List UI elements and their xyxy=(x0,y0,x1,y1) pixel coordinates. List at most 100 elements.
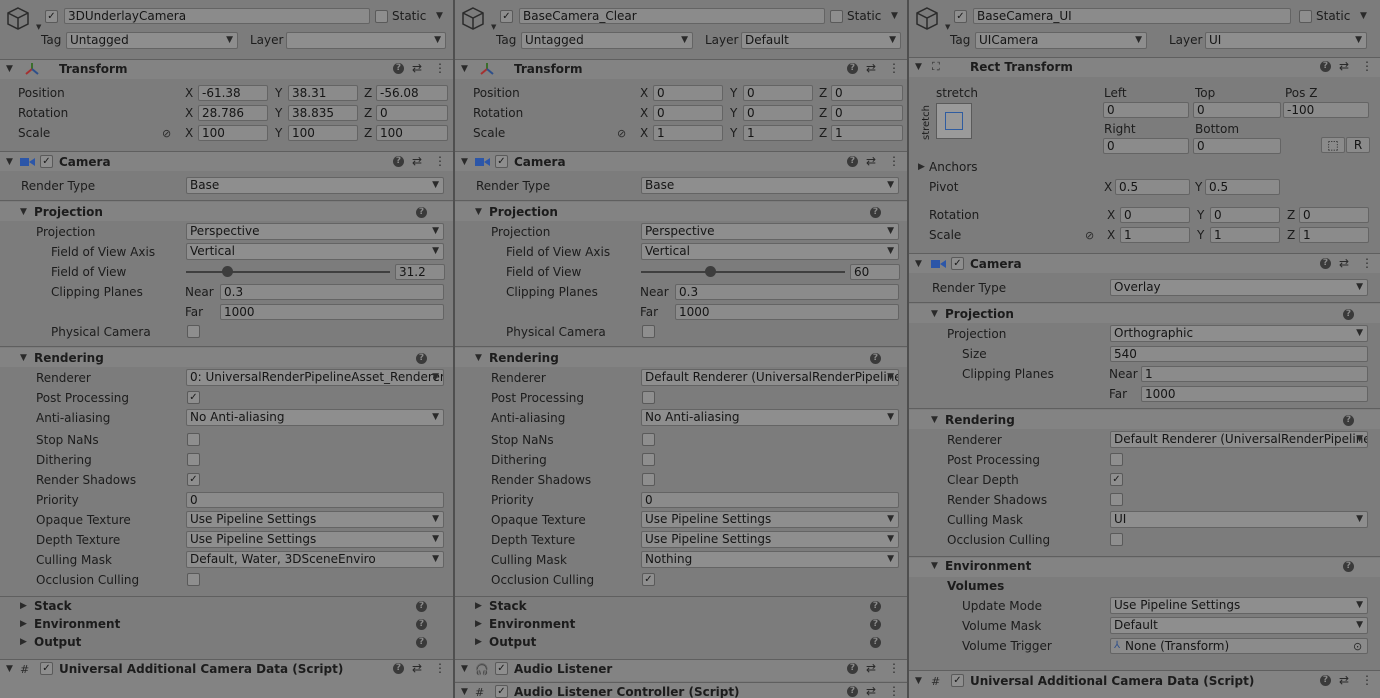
collapsed-triangle-icon[interactable]: ▶ xyxy=(475,617,482,632)
collapsed-section-title[interactable]: Stack xyxy=(489,599,527,614)
anchor-presets-button[interactable] xyxy=(936,103,972,139)
expanded-triangle-icon[interactable]: ▼ xyxy=(461,155,468,170)
expanded-triangle-icon[interactable]: ▼ xyxy=(461,662,468,677)
static-checkbox[interactable] xyxy=(1299,10,1312,23)
help-icon[interactable]: ? xyxy=(393,156,404,167)
preset-icon[interactable]: ⇄ xyxy=(866,684,876,698)
fov-axis-dropdown[interactable]: Vertical ▼ xyxy=(641,243,899,260)
active-checkbox[interactable]: ✓ xyxy=(45,10,58,23)
update-mode-dropdown[interactable]: Use Pipeline Settings ▼ xyxy=(1110,597,1368,614)
render-type-dropdown[interactable]: Base ▼ xyxy=(186,177,444,194)
x-field[interactable]: 1 xyxy=(653,125,723,141)
rendering-dropdown[interactable]: 0: UniversalRenderPipelineAsset_Renderer… xyxy=(186,369,444,386)
far-field[interactable]: 1000 xyxy=(1141,386,1368,402)
help-icon[interactable]: ? xyxy=(416,353,427,364)
preset-icon[interactable]: ⇄ xyxy=(412,661,422,676)
z-field[interactable]: 0 xyxy=(831,85,903,101)
context-menu-icon[interactable]: ⋮ xyxy=(434,61,446,76)
expanded-triangle-icon[interactable]: ▼ xyxy=(931,559,938,574)
constrain-proportions-icon[interactable]: ⊘ xyxy=(1085,228,1094,243)
volume-trigger-field[interactable]: ⅄ None (Transform) xyxy=(1110,638,1368,654)
help-icon[interactable]: ? xyxy=(416,637,427,648)
preset-icon[interactable]: ⇄ xyxy=(866,61,876,76)
x-field[interactable]: 28.786 xyxy=(198,105,268,121)
layer-dropdown[interactable]: UI ▼ xyxy=(1205,32,1367,49)
fov-field[interactable]: 60 xyxy=(850,264,900,280)
z-field[interactable]: 0 xyxy=(1299,207,1369,223)
context-menu-icon[interactable]: ⋮ xyxy=(1361,59,1373,74)
rendering-checkbox[interactable] xyxy=(1110,493,1123,506)
help-icon[interactable]: ? xyxy=(847,63,858,74)
help-icon[interactable]: ? xyxy=(870,207,881,218)
collapsed-triangle-icon[interactable]: ▶ xyxy=(20,635,27,650)
rendering-dropdown[interactable]: Use Pipeline Settings ▼ xyxy=(641,531,899,548)
rendering-dropdown[interactable]: Default, Water, 3DSceneEnviro ▼ xyxy=(186,551,444,568)
rendering-checkbox[interactable]: ✓ xyxy=(187,391,200,404)
y-field[interactable]: 0 xyxy=(743,105,813,121)
far-field[interactable]: 1000 xyxy=(220,304,444,320)
camera-enabled-checkbox[interactable]: ✓ xyxy=(40,155,53,168)
collapsed-section-title[interactable]: Stack xyxy=(34,599,72,614)
y-field[interactable]: 100 xyxy=(288,125,358,141)
collapsed-triangle-icon[interactable]: ▶ xyxy=(918,160,925,175)
rendering-dropdown[interactable]: Nothing ▼ xyxy=(641,551,899,568)
y-field[interactable]: 38.31 xyxy=(288,85,358,101)
far-field[interactable]: 1000 xyxy=(675,304,899,320)
rendering-checkbox[interactable] xyxy=(642,433,655,446)
x-field[interactable]: 1 xyxy=(1120,227,1190,243)
help-icon[interactable]: ? xyxy=(1320,61,1331,72)
collapsed-triangle-icon[interactable]: ▶ xyxy=(475,635,482,650)
physical-camera-checkbox[interactable] xyxy=(642,325,655,338)
preset-icon[interactable]: ⇄ xyxy=(1339,59,1349,74)
help-icon[interactable]: ? xyxy=(393,63,404,74)
collapsed-section-title[interactable]: Environment xyxy=(489,617,575,632)
collapsed-triangle-icon[interactable]: ▶ xyxy=(20,599,27,614)
expanded-triangle-icon[interactable]: ▼ xyxy=(461,685,468,698)
static-checkbox[interactable] xyxy=(375,10,388,23)
rendering-checkbox[interactable] xyxy=(642,453,655,466)
rendering-dropdown[interactable]: No Anti-aliasing ▼ xyxy=(186,409,444,426)
rendering-dropdown[interactable]: UI ▼ xyxy=(1110,511,1368,528)
rendering-checkbox[interactable]: ✓ xyxy=(1110,473,1123,486)
object-name-field[interactable]: BaseCamera_UI xyxy=(973,8,1291,24)
expanded-triangle-icon[interactable]: ▼ xyxy=(20,205,27,220)
context-menu-icon[interactable]: ⋮ xyxy=(1361,256,1373,271)
rendering-field[interactable]: 0 xyxy=(186,492,444,508)
rendering-checkbox[interactable] xyxy=(187,433,200,446)
raw-edit-button[interactable]: R xyxy=(1346,137,1370,153)
expanded-triangle-icon[interactable]: ▼ xyxy=(6,155,13,170)
posz-field[interactable]: -100 xyxy=(1283,102,1369,118)
collapsed-section-title[interactable]: Environment xyxy=(34,617,120,632)
object-name-field[interactable]: 3DUnderlayCamera xyxy=(64,8,370,24)
projection-dropdown[interactable]: Perspective ▼ xyxy=(641,223,899,240)
help-icon[interactable]: ? xyxy=(847,156,858,167)
help-icon[interactable]: ? xyxy=(416,619,427,630)
active-checkbox[interactable]: ✓ xyxy=(954,10,967,23)
rendering-dropdown[interactable]: Use Pipeline Settings ▼ xyxy=(186,511,444,528)
help-icon[interactable]: ? xyxy=(870,601,881,612)
volume-mask-dropdown[interactable]: Default ▼ xyxy=(1110,617,1368,634)
help-icon[interactable]: ? xyxy=(1343,309,1354,320)
x-field[interactable]: 0 xyxy=(1120,207,1190,223)
rendering-dropdown[interactable]: Default Renderer (UniversalRenderPipelin… xyxy=(1110,431,1368,448)
render-type-dropdown[interactable]: Base ▼ xyxy=(641,177,899,194)
expanded-triangle-icon[interactable]: ▼ xyxy=(461,62,468,77)
x-field[interactable]: 0 xyxy=(653,85,723,101)
rendering-checkbox[interactable] xyxy=(642,473,655,486)
expanded-triangle-icon[interactable]: ▼ xyxy=(6,662,13,677)
y-field[interactable]: 0 xyxy=(1210,207,1280,223)
y-field[interactable]: 1 xyxy=(1210,227,1280,243)
layer-dropdown[interactable]: ▼ xyxy=(286,32,446,49)
expanded-triangle-icon[interactable]: ▼ xyxy=(915,257,922,272)
layer-dropdown[interactable]: Default ▼ xyxy=(741,32,901,49)
z-field[interactable]: 1 xyxy=(1299,227,1369,243)
bottom-field[interactable]: 0 xyxy=(1193,138,1281,154)
collapsed-triangle-icon[interactable]: ▶ xyxy=(20,617,27,632)
preset-icon[interactable]: ⇄ xyxy=(866,154,876,169)
help-icon[interactable]: ? xyxy=(1320,258,1331,269)
tag-dropdown[interactable]: UICamera ▼ xyxy=(975,32,1147,49)
help-icon[interactable]: ? xyxy=(1343,415,1354,426)
fov-slider-knob[interactable] xyxy=(221,266,233,277)
rendering-checkbox[interactable] xyxy=(187,453,200,466)
context-menu-icon[interactable]: ⋮ xyxy=(888,661,900,676)
